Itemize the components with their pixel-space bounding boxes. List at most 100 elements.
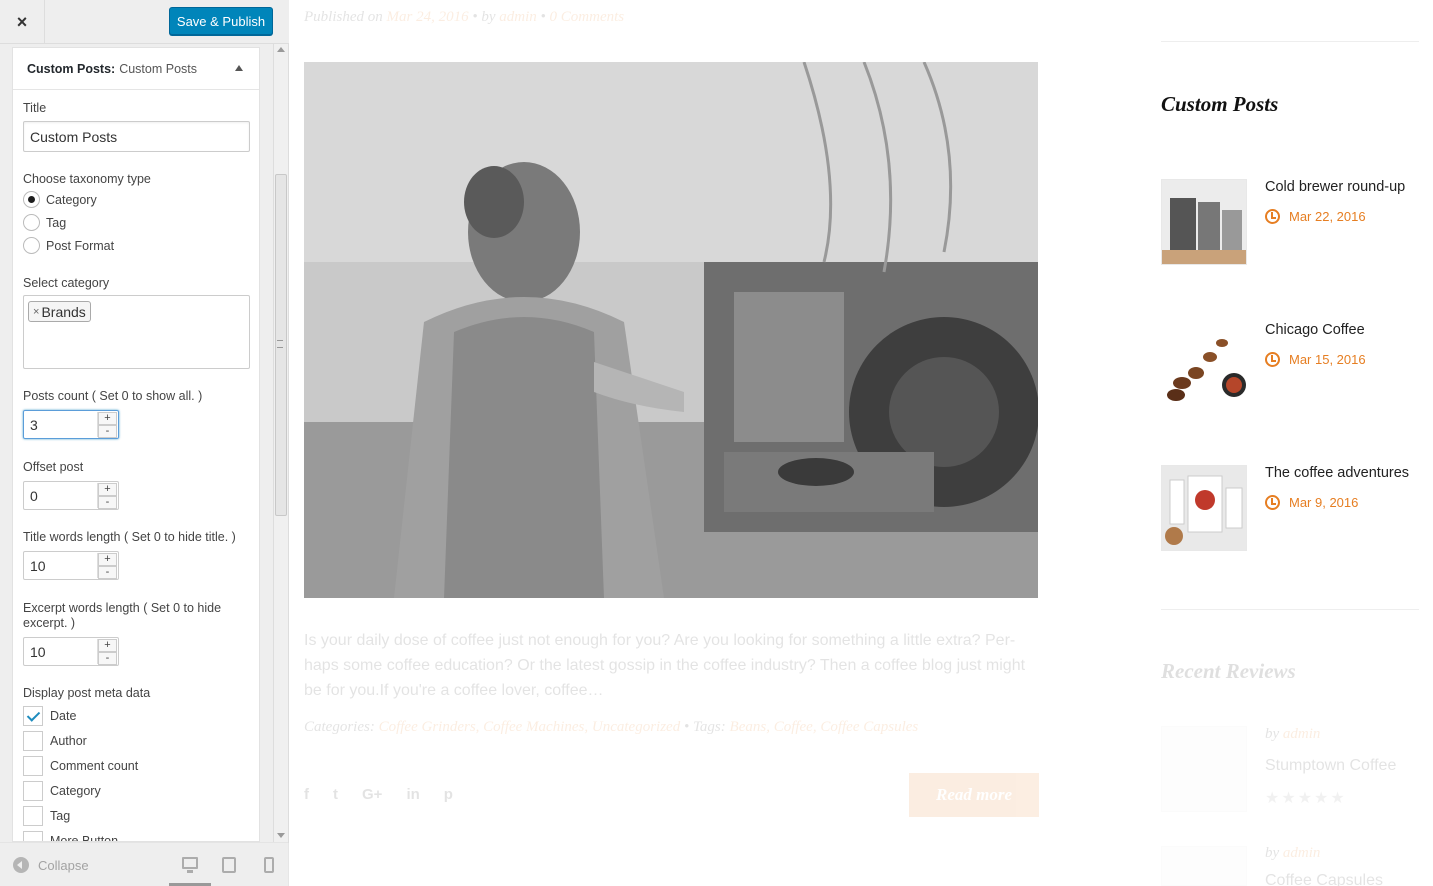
decrement-button[interactable]: - [98, 425, 117, 438]
published-on-label: Published on [304, 9, 383, 25]
facebook-icon[interactable]: f [304, 786, 309, 803]
by-label: by [1265, 726, 1280, 742]
title-words-input[interactable]: 10 + - [23, 551, 119, 580]
post-thumbnail[interactable] [1161, 322, 1247, 408]
meta-option-more-button[interactable]: More Button [23, 831, 119, 842]
increment-button[interactable]: + [98, 553, 117, 566]
custom-posts-widget-title: Custom Posts [1161, 92, 1279, 116]
scroll-down-icon[interactable] [277, 833, 285, 838]
scroll-up-icon[interactable] [277, 47, 285, 52]
review-title-link[interactable]: Coffee Capsules [1265, 872, 1383, 886]
title-input[interactable]: Custom Posts [23, 121, 250, 152]
radio-button[interactable] [23, 237, 40, 254]
decrement-button[interactable]: - [98, 652, 117, 665]
collapse-arrow-icon[interactable] [235, 65, 243, 71]
checkbox[interactable] [23, 756, 43, 776]
widget-panel-title[interactable]: Custom Posts: Custom Posts [13, 48, 259, 90]
taxonomy-option-category[interactable]: Category [23, 191, 97, 208]
increment-button[interactable]: + [98, 639, 117, 652]
review-title-link[interactable]: Stumptown Coffee [1265, 757, 1396, 775]
meta-option-tag[interactable]: Tag [23, 806, 70, 826]
taxonomy-option-post-format[interactable]: Post Format [23, 237, 114, 254]
decrement-button[interactable]: - [98, 496, 117, 509]
post-taxonomies: Categories: Coffee Grinders, Coffee Mach… [304, 719, 918, 736]
post-thumbnail[interactable] [1161, 465, 1247, 551]
custom-post-item[interactable]: Chicago Coffee Mar 15, 2016 [1161, 322, 1421, 408]
offset-input[interactable]: 0 + - [23, 481, 119, 510]
post-thumbnail[interactable] [1161, 179, 1247, 265]
meta-option-comment-count[interactable]: Comment count [23, 756, 138, 776]
title-words-label: Title words length ( Set 0 to hide title… [23, 530, 236, 544]
custom-post-item[interactable]: The coffee adventures Mar 9, 2016 [1161, 465, 1421, 551]
radio-label: Category [46, 192, 97, 207]
close-customizer-button[interactable]: × [0, 0, 45, 44]
categories-label: Categories: [304, 719, 375, 735]
post-meta-label: Display post meta data [23, 686, 151, 700]
tags-links[interactable]: Beans, Coffee, Coffee Capsules [730, 719, 919, 735]
post-excerpt: Is your daily dose of coffee just not en… [304, 632, 1026, 699]
increment-button[interactable]: + [98, 412, 117, 425]
widget-instance-label: Custom Posts [119, 61, 198, 76]
author-link[interactable]: admin [499, 9, 537, 25]
linkedin-icon[interactable]: in [406, 786, 419, 803]
clock-icon [1265, 352, 1280, 367]
post-title-link[interactable]: Chicago Coffee [1265, 322, 1365, 338]
categories-links[interactable]: Coffee Grinders, Coffee Machines, Uncate… [379, 719, 681, 735]
posts-count-label: Posts count ( Set 0 to show all. ) [23, 389, 203, 403]
radio-button[interactable] [23, 214, 40, 231]
barista-photo [304, 62, 1038, 598]
title-words-value: 10 [30, 557, 46, 574]
remove-chip-icon[interactable]: × [33, 306, 39, 318]
review-author: by admin [1265, 845, 1320, 862]
checkbox[interactable] [23, 806, 43, 826]
taxonomy-option-tag[interactable]: Tag [23, 214, 66, 231]
checkbox[interactable] [23, 781, 43, 801]
clock-icon [1265, 495, 1280, 510]
meta-option-author[interactable]: Author [23, 731, 87, 751]
custom-post-item[interactable]: Cold brewer round-up Mar 22, 2016 [1161, 179, 1421, 265]
post-title-link[interactable]: Cold brewer round-up [1265, 179, 1405, 195]
post-date: Mar 9, 2016 [1265, 495, 1358, 510]
excerpt-words-input[interactable]: 10 + - [23, 637, 119, 666]
read-more-button[interactable]: Read more [909, 773, 1039, 817]
comments-link[interactable]: 0 Comments [550, 9, 625, 25]
google-plus-icon[interactable]: G+ [362, 786, 382, 803]
posts-count-value: 3 [30, 416, 38, 433]
close-icon: × [16, 11, 28, 32]
category-chip: × Brands [28, 301, 91, 322]
meta-option-date[interactable]: Date [23, 706, 76, 726]
separator: • [540, 9, 546, 25]
radio-button[interactable] [23, 191, 40, 208]
collapse-sidebar-button[interactable]: Collapse [13, 857, 89, 873]
decrement-button[interactable]: - [98, 566, 117, 579]
share-icons: f t G+ in p [304, 786, 453, 803]
meta-option-category[interactable]: Category [23, 781, 101, 801]
title-words-stepper: + - [97, 553, 117, 579]
posts-count-input[interactable]: 3 + - [23, 410, 119, 439]
featured-image[interactable] [304, 62, 1038, 598]
offset-label: Offset post [23, 460, 84, 474]
checkbox-label: More Button [50, 834, 119, 842]
recent-reviews-widget-title: Recent Reviews [1161, 659, 1296, 683]
save-publish-button[interactable]: Save & Publish [169, 7, 273, 35]
mobile-icon[interactable] [264, 857, 274, 873]
desktop-icon[interactable] [182, 857, 198, 873]
increment-button[interactable]: + [98, 483, 117, 496]
checkbox[interactable] [23, 731, 43, 751]
author-link[interactable]: admin [1283, 726, 1321, 742]
excerpt-words-label-cont: excerpt. ) [23, 616, 76, 630]
checkbox-label: Category [50, 784, 101, 798]
post-title-link[interactable]: The coffee adventures [1265, 465, 1409, 481]
author-link[interactable]: admin [1283, 845, 1321, 861]
review-thumbnail[interactable] [1161, 846, 1247, 886]
sidebar-scrollbar[interactable] [273, 44, 288, 842]
twitter-icon[interactable]: t [333, 786, 338, 803]
post-date-link[interactable]: Mar 24, 2016 [387, 9, 469, 25]
tablet-icon[interactable] [222, 857, 236, 873]
checkbox[interactable] [23, 706, 43, 726]
checkbox[interactable] [23, 831, 43, 841]
review-thumbnail[interactable] [1161, 726, 1247, 812]
widget-divider [1161, 41, 1419, 42]
category-multiselect[interactable]: × Brands [23, 295, 250, 369]
pinterest-icon[interactable]: p [444, 786, 453, 803]
